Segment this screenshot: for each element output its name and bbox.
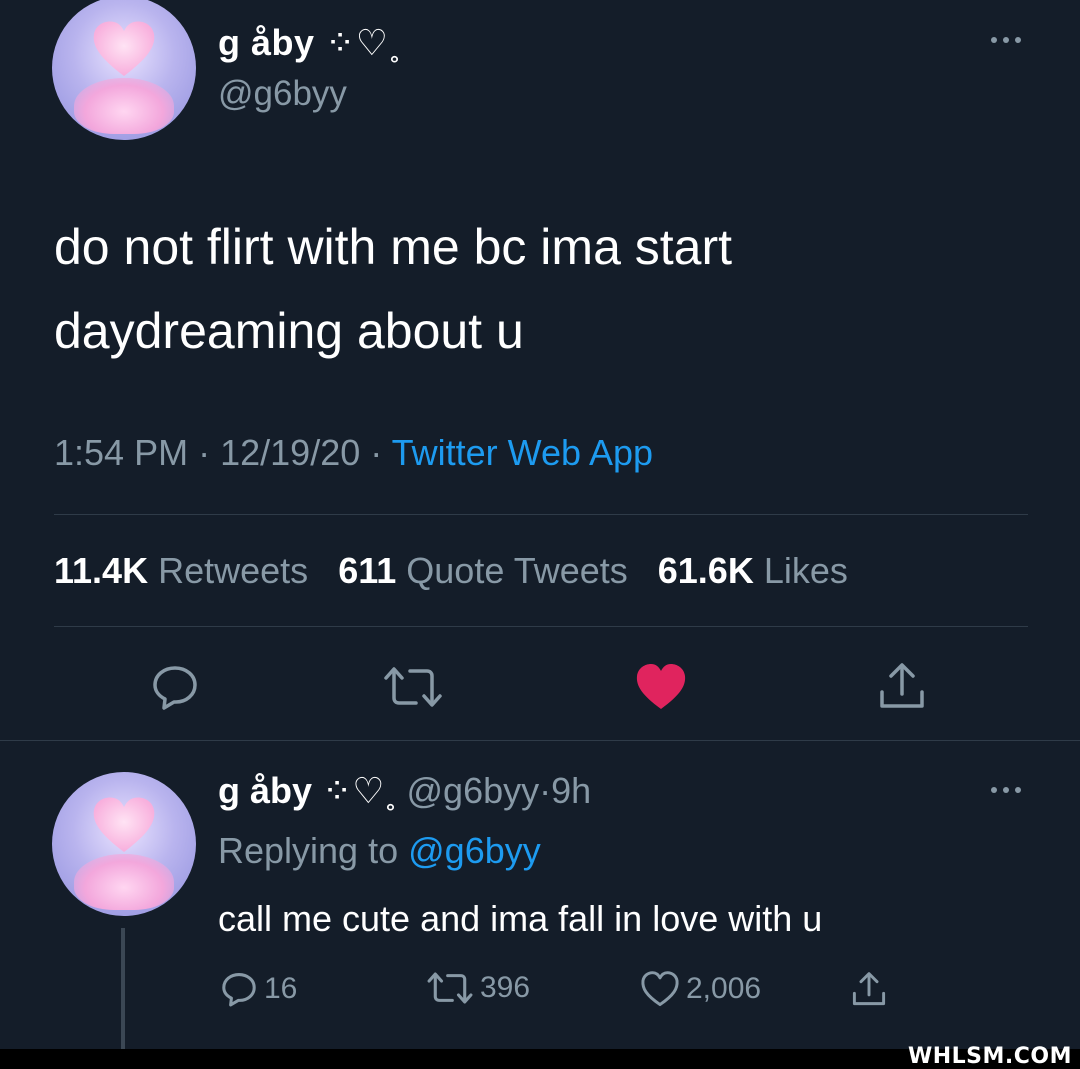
heart-filled-icon[interactable]	[634, 662, 688, 712]
name-symbols: ⁘♡˳	[325, 22, 401, 63]
heart-outline-icon	[641, 971, 679, 1007]
reply-icon[interactable]	[150, 662, 200, 712]
share-icon	[852, 972, 886, 1006]
name-symbols: ⁘♡˳	[322, 770, 397, 811]
engagement-stats: 11.4K Retweets 611 Quote Tweets 61.6K Li…	[54, 550, 848, 592]
replying-to: Replying to @g6byy	[218, 830, 541, 871]
share-icon[interactable]	[876, 660, 928, 712]
retweet-icon[interactable]	[382, 664, 444, 710]
tweet-date[interactable]: 12/19/20	[220, 432, 360, 473]
reply-age[interactable]: 9h	[551, 770, 591, 811]
display-name[interactable]: g åby ⁘♡˳	[218, 22, 401, 64]
like-count: 2,006	[686, 972, 762, 1005]
retweet-icon	[427, 972, 473, 1004]
tweet-detail-page: g åby ⁘♡˳ @g6byy do not flirt with me bc…	[0, 0, 1080, 1069]
avatar-heart-icon	[93, 21, 155, 76]
reply-text: call me cute and ima fall in love with u	[218, 898, 823, 939]
ellipsis-icon[interactable]	[986, 28, 1026, 52]
quote-tweets-stat[interactable]: 611 Quote Tweets	[338, 550, 628, 591]
reply-reply-button[interactable]: 16	[220, 970, 297, 1008]
reply-avatar[interactable]	[52, 772, 196, 916]
tweet-text: do not flirt with me bc ima start daydre…	[54, 219, 733, 359]
reply-icon	[222, 973, 256, 1007]
tweet-time[interactable]: 1:54 PM	[54, 432, 188, 473]
avatar-heart-icon	[93, 797, 155, 852]
thread-line	[121, 928, 125, 1049]
reply-header: g åby ⁘♡˳ @g6byy·9h	[218, 770, 592, 811]
avatar-glow	[74, 78, 174, 134]
tweet-source-link[interactable]: Twitter Web App	[392, 432, 653, 473]
reply-retweet-button[interactable]: 396	[426, 970, 530, 1006]
watermark: WHLSM.COM	[907, 1044, 1072, 1069]
reply-share-button[interactable]	[850, 970, 894, 1008]
likes-stat[interactable]: 61.6K Likes	[658, 550, 848, 591]
reply-display-name[interactable]: g åby	[218, 770, 312, 811]
divider	[54, 514, 1028, 515]
reply-like-button[interactable]: 2,006	[640, 970, 761, 1008]
user-handle[interactable]: @g6byy	[218, 74, 347, 114]
ellipsis-icon[interactable]	[986, 778, 1026, 802]
divider	[54, 626, 1028, 627]
retweets-stat[interactable]: 11.4K Retweets	[54, 550, 308, 591]
avatar-glow	[74, 854, 174, 910]
divider	[0, 740, 1080, 741]
avatar[interactable]	[52, 0, 196, 140]
replying-to-handle[interactable]: @g6byy	[408, 830, 541, 871]
retweet-count: 396	[480, 971, 531, 1004]
reply-handle[interactable]: @g6byy	[407, 770, 540, 811]
reply-count: 16	[264, 972, 298, 1005]
tweet-metadata: 1:54 PM · 12/19/20 · Twitter Web App	[54, 432, 654, 473]
